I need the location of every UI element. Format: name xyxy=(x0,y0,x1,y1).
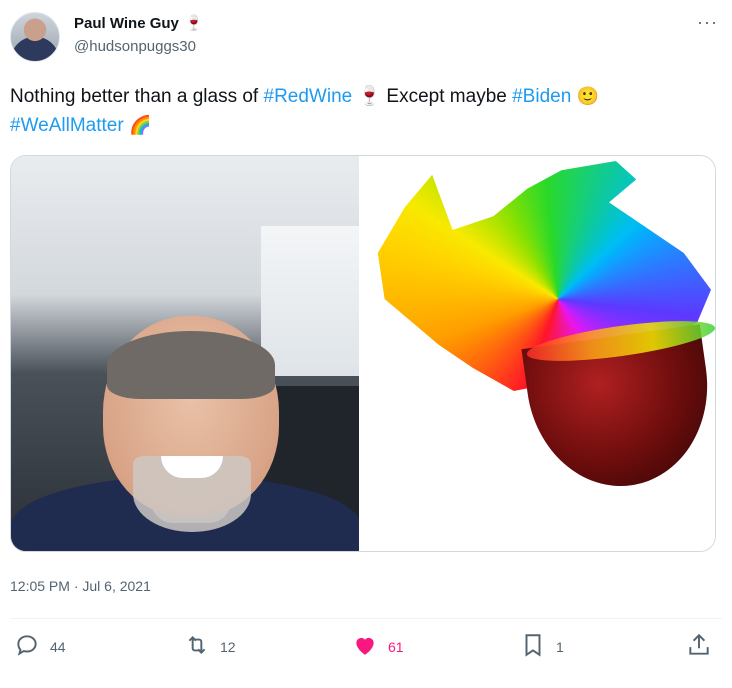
selfie-photo[interactable] xyxy=(11,156,361,551)
wine-splash-image[interactable] xyxy=(361,156,715,551)
hashtag-weallmatter[interactable]: #WeAllMatter xyxy=(10,115,124,136)
share-icon xyxy=(686,632,712,661)
bookmark-count: 1 xyxy=(556,638,564,655)
display-name[interactable]: Paul Wine Guy 🍷 xyxy=(74,14,204,32)
hair xyxy=(107,331,275,399)
rainbow-emoji: 🌈 xyxy=(128,115,152,135)
like-button[interactable]: 61 xyxy=(352,632,404,661)
retweet-count: 12 xyxy=(220,638,236,655)
smile-emoji: 🙂 xyxy=(576,86,599,106)
action-bar: 44 12 61 1 xyxy=(0,632,732,664)
divider xyxy=(10,618,722,619)
hashtag-redwine[interactable]: #RedWine xyxy=(264,86,353,107)
hashtag-biden[interactable]: #Biden xyxy=(512,86,571,107)
reply-count: 44 xyxy=(50,638,66,655)
tweet-text-part: 🍷 Except maybe xyxy=(352,86,513,107)
more-icon[interactable]: ··· xyxy=(697,12,718,33)
bookmark-icon xyxy=(520,632,546,661)
user-handle[interactable]: @hudsonpuggs30 xyxy=(74,38,196,55)
heart-icon xyxy=(352,632,378,661)
like-count: 61 xyxy=(388,638,404,655)
media-grid xyxy=(10,155,716,552)
reply-icon xyxy=(14,632,40,661)
share-button[interactable] xyxy=(686,632,712,661)
retweet-icon xyxy=(184,632,210,661)
retweet-button[interactable]: 12 xyxy=(184,632,236,661)
timestamp[interactable]: 12:05 PM · Jul 6, 2021 xyxy=(10,578,151,594)
avatar[interactable] xyxy=(10,12,60,62)
bookmark-button[interactable]: 1 xyxy=(520,632,564,661)
tweet-text: Nothing better than a glass of #RedWine … xyxy=(10,82,722,140)
display-name-text[interactable]: Paul Wine Guy xyxy=(74,15,179,32)
tweet: Paul Wine Guy 🍷 @hudsonpuggs30 ··· Nothin… xyxy=(0,0,732,688)
reply-button[interactable]: 44 xyxy=(14,632,66,661)
tweet-text-part: Nothing better than a glass of xyxy=(10,86,264,107)
car-window xyxy=(261,226,359,376)
wine-emoji: 🍷 xyxy=(184,15,204,32)
